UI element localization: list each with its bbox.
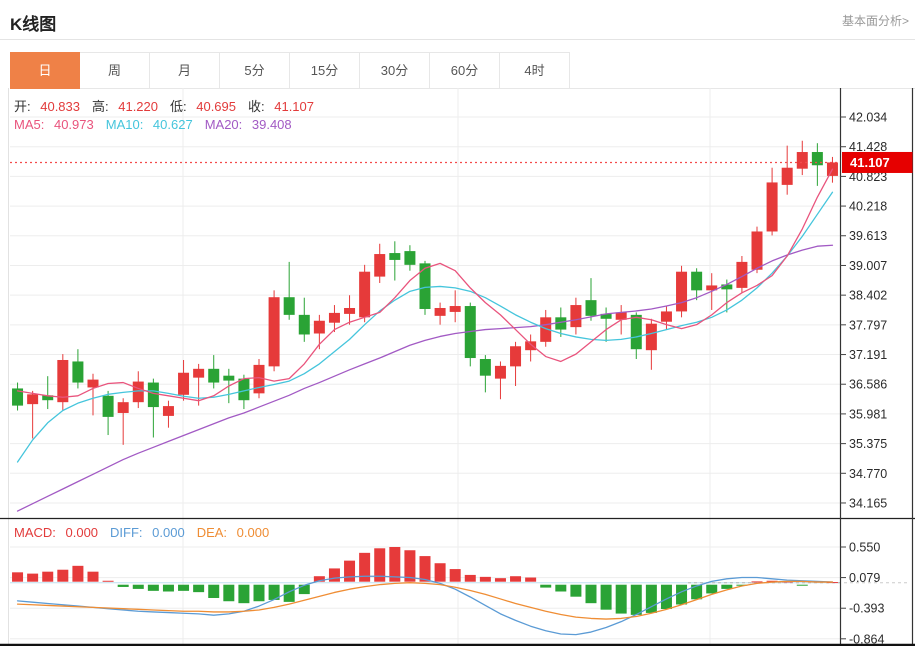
- svg-text:35.981: 35.981: [849, 407, 887, 421]
- svg-text:37.191: 37.191: [849, 348, 887, 362]
- svg-text:35.375: 35.375: [849, 437, 887, 451]
- timeframe-tabs: 日周月 5分 15分 30分 60分 4时: [10, 52, 570, 89]
- tab-月[interactable]: 月: [150, 52, 220, 89]
- svg-text:42.034: 42.034: [849, 111, 887, 125]
- svg-text:-0.864: -0.864: [849, 632, 884, 646]
- kline-page: K线图 基本面分析> 日周月 5分 15分 30分 60分 4时 42.034 41.428…: [0, 0, 915, 648]
- tab-日[interactable]: 日: [10, 52, 80, 89]
- svg-text:34.770: 34.770: [849, 467, 887, 481]
- svg-text:0.550: 0.550: [849, 541, 880, 555]
- tab-周[interactable]: 周: [80, 52, 150, 89]
- tabbar-trailing-border: [570, 52, 915, 89]
- tab-4时[interactable]: 4时: [500, 52, 570, 89]
- svg-text:34.165: 34.165: [849, 496, 887, 510]
- current-price-badge: 41.107: [850, 155, 890, 170]
- svg-text:37.797: 37.797: [849, 318, 887, 332]
- fundamental-analysis-link[interactable]: 基本面分析>: [842, 12, 909, 29]
- tab-60分[interactable]: 60分: [430, 52, 500, 89]
- page-title: K线图: [10, 15, 57, 34]
- page-header: K线图 基本面分析>: [0, 0, 915, 40]
- tab-30分[interactable]: 30分: [360, 52, 430, 89]
- svg-text:38.402: 38.402: [849, 289, 887, 303]
- svg-text:39.613: 39.613: [849, 229, 887, 243]
- tab-5分[interactable]: 5分: [220, 52, 290, 89]
- tab-15分[interactable]: 15分: [290, 52, 360, 89]
- candlestick-chart-canvas[interactable]: 42.03441.42840.82340.21839.61339.00738.4…: [0, 88, 915, 646]
- svg-text:0.079: 0.079: [849, 571, 880, 585]
- chart-area[interactable]: 42.034 41.428 40.823 40.218 39.613 39.007 38.4…: [0, 88, 915, 646]
- svg-text:36.586: 36.586: [849, 378, 887, 392]
- svg-text:-0.393: -0.393: [849, 602, 884, 616]
- svg-text:40.218: 40.218: [849, 200, 887, 214]
- svg-text:39.007: 39.007: [849, 259, 887, 273]
